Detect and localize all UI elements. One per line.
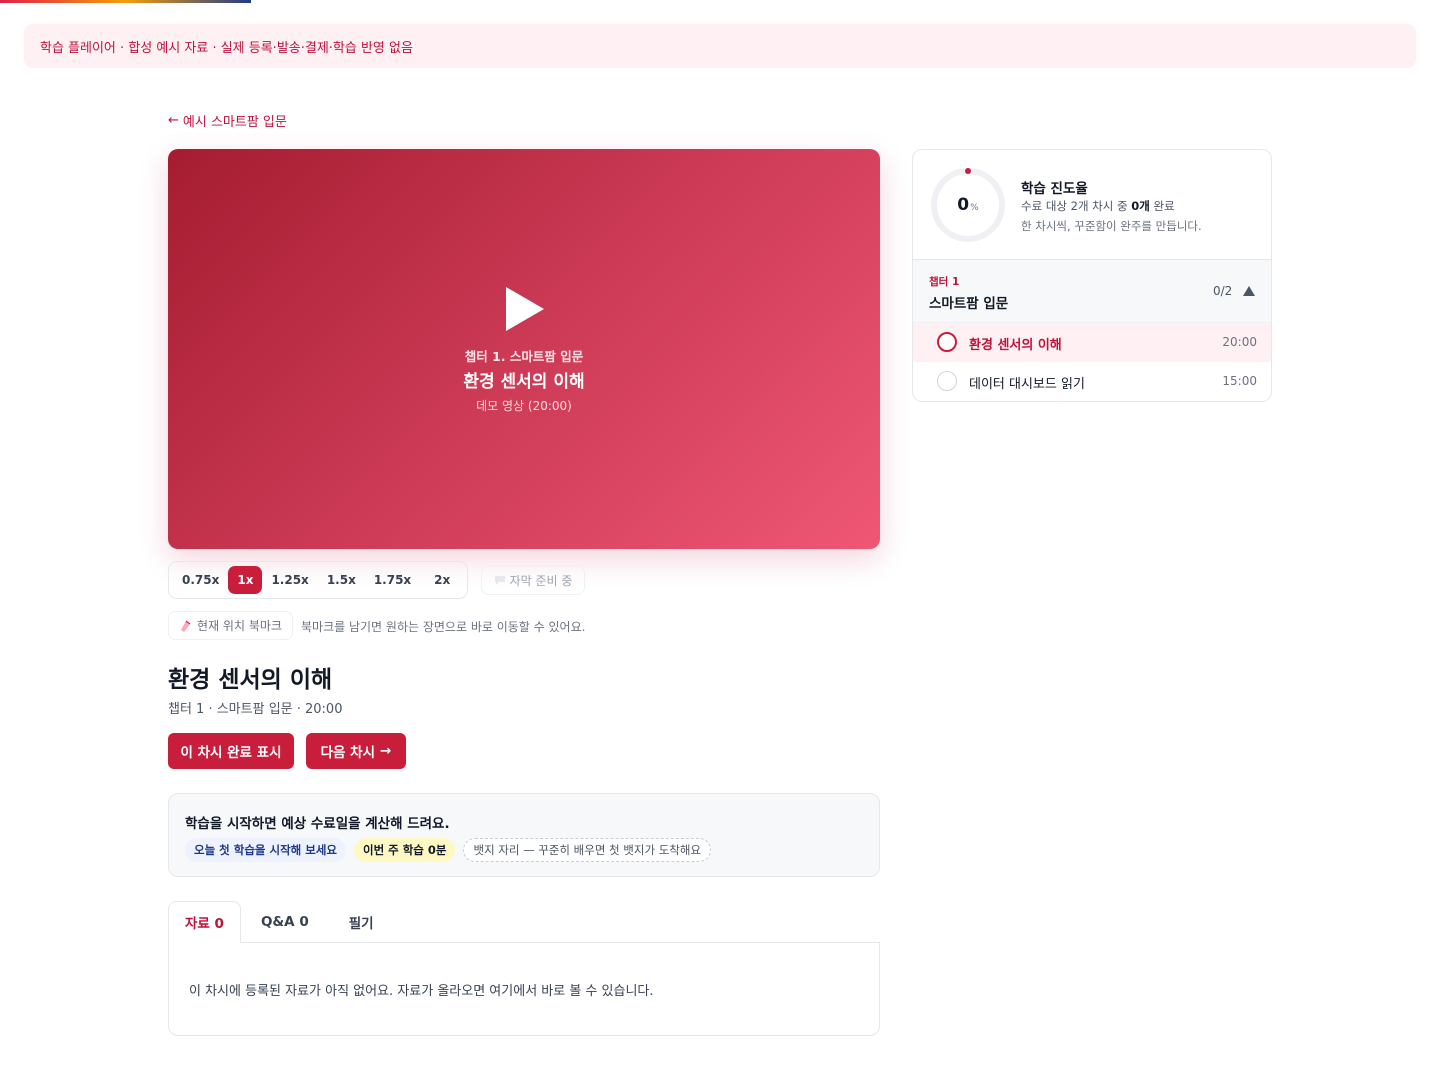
tab-notes[interactable]: 필기 [329, 901, 394, 943]
next-lesson-label: 다음 차시 [320, 745, 376, 761]
lesson-title: 환경 센서의 이해 [168, 667, 333, 693]
subtitle-button[interactable]: 자막 준비 중 [481, 565, 585, 595]
lesson-item-duration: 15:00 [1222, 374, 1257, 388]
playback-speed-group: 0.75x 1x 1.25x 1.5x 1.75x 2x [168, 561, 468, 599]
progress-percent-value: 0 [957, 195, 970, 215]
speed-button-0-75x[interactable]: 0.75x [173, 566, 228, 594]
demo-notice-banner: 학습 플레이어 · 합성 예시 자료 · 실제 등록·발송·결제·학습 반영 없… [24, 24, 1416, 68]
course-sidebar: 0 % 학습 진도율 수료 대상 2개 차시 중 0개 완료 한 차시씩, 꾸준… [912, 149, 1272, 402]
bookmark-button[interactable]: 현재 위치 북마크 [168, 611, 293, 640]
notice-text: 학습 플레이어 · 합성 예시 자료 · 실제 등록·발송·결제·학습 반영 없… [40, 40, 413, 56]
tab-qna[interactable]: Q&A 0 [241, 901, 329, 943]
goal-chips: 오늘 첫 학습을 시작해 보세요 이번 주 학습 0분 뱃지 자리 — 꾸준히 … [185, 838, 712, 862]
player-subtitle: 데모 영상 (20:00) [476, 399, 572, 413]
goal-title: 학습을 시작하면 예상 수료일을 계산해 드려요. [185, 816, 450, 832]
top-progress-bar [0, 0, 251, 3]
chip-badge-placeholder: 뱃지 자리 — 꾸준히 배우면 첫 뱃지가 도착해요 [463, 838, 712, 862]
speech-bubble-icon [494, 575, 505, 585]
mark-complete-button[interactable]: 이 차시 완료 표시 [168, 733, 294, 769]
bookmark-hint: 북마크를 남기면 원하는 장면으로 바로 이동할 수 있어요. [301, 620, 586, 634]
chip-start-today: 오늘 첫 학습을 시작해 보세요 [185, 838, 346, 862]
speed-button-1-25x[interactable]: 1.25x [262, 566, 317, 594]
lesson-tabs: 자료 0 Q&A 0 필기 [168, 901, 880, 943]
lesson-item-title: 데이터 대시보드 읽기 [969, 377, 1085, 392]
lesson-status-circle-icon [937, 332, 957, 352]
chapter-count: 0/2 [1213, 284, 1233, 298]
next-lesson-button[interactable]: 다음 차시 → [306, 733, 406, 769]
progress-message: 한 차시씩, 꾸준함이 완주를 만듭니다. [1021, 219, 1202, 233]
speed-button-1x[interactable]: 1x [228, 566, 263, 594]
lesson-item-title: 환경 센서의 이해 [969, 338, 1062, 353]
progress-percent-unit: % [970, 202, 979, 213]
back-link[interactable]: ← 예시 스마트팜 입문 [168, 111, 287, 130]
progress-title: 학습 진도율 [1021, 181, 1088, 197]
play-icon[interactable] [506, 287, 544, 331]
back-link-label: 예시 스마트팜 입문 [182, 115, 287, 130]
speed-button-1-75x[interactable]: 1.75x [365, 566, 420, 594]
lesson-item-duration: 20:00 [1222, 335, 1257, 349]
arrow-left-icon: ← [168, 113, 179, 128]
tab-materials[interactable]: 자료 0 [168, 901, 241, 943]
lesson-item[interactable]: 데이터 대시보드 읽기 15:00 [913, 362, 1271, 401]
bookmark-button-label: 현재 위치 북마크 [197, 619, 282, 633]
learning-goal-card: 학습을 시작하면 예상 수료일을 계산해 드려요. 오늘 첫 학습을 시작해 보… [168, 793, 880, 877]
lesson-status-circle-icon [937, 371, 957, 391]
materials-empty-text: 이 차시에 등록된 자료가 아직 없어요. 자료가 올라오면 여기에서 바로 볼… [189, 984, 654, 999]
speed-button-1-5x[interactable]: 1.5x [318, 566, 365, 594]
arrow-right-icon: → [380, 743, 392, 759]
chapter-label: 챕터 1 [929, 276, 960, 288]
subtitle-button-label: 자막 준비 중 [509, 573, 573, 588]
tab-panel-materials: 이 차시에 등록된 자료가 아직 없어요. 자료가 올라오면 여기에서 바로 볼… [168, 942, 880, 1036]
lesson-meta: 챕터 1 · 스마트팜 입문 · 20:00 [168, 702, 343, 717]
progress-percent: 0 % [929, 166, 1007, 244]
lesson-item-current[interactable]: 환경 센서의 이해 20:00 [913, 323, 1271, 362]
chapter-header[interactable]: 챕터 1 스마트팜 입문 0/2 [913, 259, 1271, 323]
bookmark-icon [181, 620, 191, 632]
progress-summary: 수료 대상 2개 차시 중 0개 완료 [1021, 199, 1175, 213]
speed-button-2x[interactable]: 2x [420, 566, 464, 594]
video-player[interactable]: 챕터 1. 스마트팜 입문 환경 센서의 이해 데모 영상 (20:00) [168, 149, 880, 549]
caret-up-icon[interactable] [1243, 286, 1255, 296]
chip-weekly-minutes: 이번 주 학습 0분 [353, 838, 456, 862]
chapter-name: 스마트팜 입문 [929, 296, 1009, 312]
player-chapter: 챕터 1. 스마트팜 입문 [464, 349, 584, 364]
player-title: 환경 센서의 이해 [463, 372, 585, 392]
